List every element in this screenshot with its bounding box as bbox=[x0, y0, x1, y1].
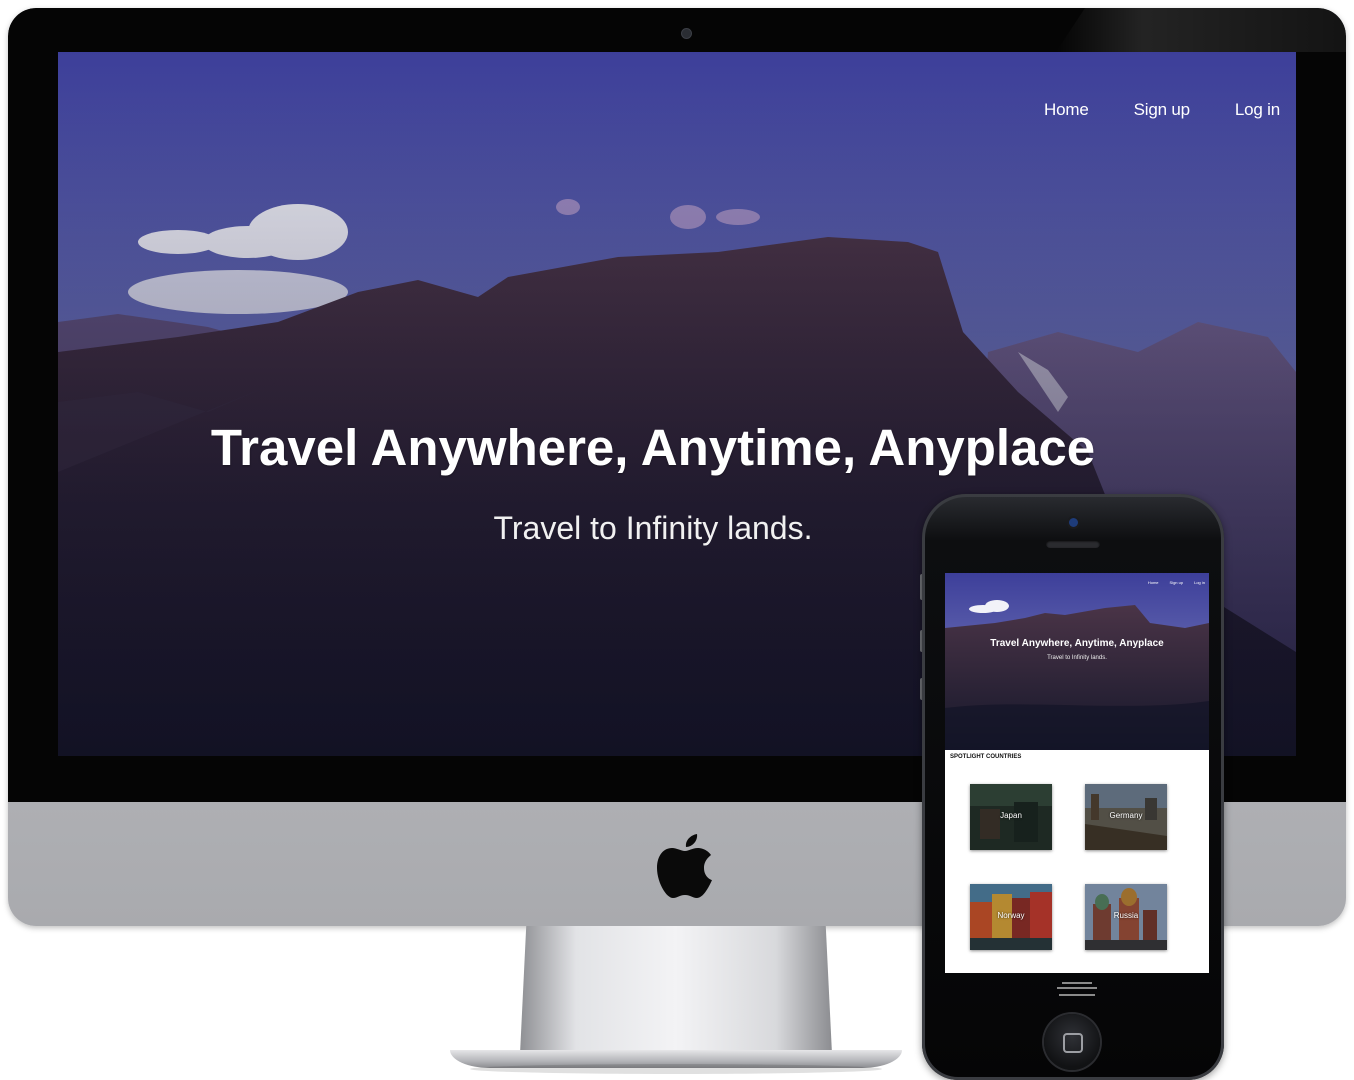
country-card-germany[interactable]: Germany bbox=[1085, 784, 1167, 850]
imac-stand-shadow bbox=[470, 1064, 882, 1074]
hero-title: Travel Anywhere, Anytime, Anyplace bbox=[210, 419, 1096, 476]
home-button-icon[interactable] bbox=[1044, 1014, 1100, 1070]
mobile-nav-home-link[interactable]: Home bbox=[1148, 580, 1159, 585]
country-label: Russia bbox=[1113, 911, 1139, 920]
phone-camera-icon bbox=[1069, 518, 1078, 527]
imac-camera-icon bbox=[681, 28, 692, 39]
country-label: Japan bbox=[1000, 811, 1022, 820]
phone-screen: Home Sign up Log in Travel Anywhere, Any… bbox=[945, 573, 1209, 973]
country-card-japan[interactable]: Japan bbox=[970, 784, 1052, 850]
mobile-nav-login-link[interactable]: Log in bbox=[1194, 580, 1205, 585]
mobile-hero-title: Travel Anywhere, Anytime, Anyplace bbox=[990, 638, 1164, 649]
mobile-hero-subtitle: Travel to Infinity lands. bbox=[1047, 655, 1107, 661]
spotlight-heading: SPOTLIGHT COUNTRIES bbox=[950, 754, 1022, 760]
apple-logo-icon bbox=[657, 834, 712, 898]
imac-stand bbox=[520, 926, 832, 1054]
nav-login-link[interactable]: Log in bbox=[1235, 100, 1280, 120]
mobile-nav-signup-link[interactable]: Sign up bbox=[1170, 580, 1184, 585]
country-label: Germany bbox=[1109, 811, 1143, 820]
country-card-russia[interactable]: Russia bbox=[1085, 884, 1167, 950]
phone-footer-text bbox=[945, 981, 1209, 996]
top-nav: Home Sign up Log in bbox=[1044, 100, 1280, 120]
phone-speaker bbox=[1046, 540, 1100, 548]
country-card-norway[interactable]: Norway bbox=[970, 884, 1052, 950]
phone-frame: Home Sign up Log in Travel Anywhere, Any… bbox=[922, 494, 1224, 1080]
mobile-hero-image bbox=[945, 573, 1209, 750]
home-square-icon bbox=[1063, 1033, 1083, 1053]
country-label: Norway bbox=[997, 911, 1025, 920]
mobile-nav: Home Sign up Log in bbox=[1148, 580, 1205, 585]
nav-signup-link[interactable]: Sign up bbox=[1134, 100, 1190, 120]
bezel-glare bbox=[1056, 8, 1346, 52]
nav-home-link[interactable]: Home bbox=[1044, 100, 1089, 120]
mobile-hero: Home Sign up Log in Travel Anywhere, Any… bbox=[945, 573, 1209, 750]
